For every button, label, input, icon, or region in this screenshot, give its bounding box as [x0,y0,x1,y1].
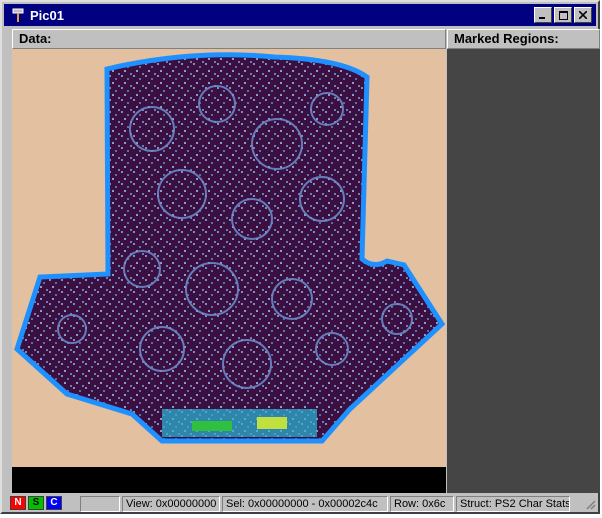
n-mode-icon[interactable]: N [10,496,26,510]
mode-icons: N S C [4,496,78,512]
status-struct: Struct: PS2 Char Stats [456,496,570,512]
resize-grip-icon[interactable] [584,498,596,510]
maximize-button[interactable] [554,7,572,23]
marked-regions-panel[interactable] [447,49,600,493]
status-view: View: 0x00000000 [122,496,220,512]
close-icon [579,11,587,19]
status-spacer [80,496,120,512]
c-mode-icon[interactable]: C [46,496,62,510]
hammer-icon [10,7,26,23]
data-view-footer [12,467,446,493]
status-row: Row: 0x6c [390,496,454,512]
minimize-button[interactable] [534,7,552,23]
marked-regions-header: Marked Regions: [447,29,600,49]
bitmap-image [14,52,446,444]
s-mode-icon[interactable]: S [28,496,44,510]
close-button[interactable] [574,7,592,23]
title-bar[interactable]: Pic01 [4,4,596,26]
window-title: Pic01 [30,7,64,23]
maximize-icon [558,10,568,20]
data-pane-header: Data: [12,29,446,49]
minimize-icon [539,17,545,19]
data-bitmap-view[interactable] [12,49,446,467]
pic-window: Pic01 Data: Marked Regions: N S C View: … [0,0,600,514]
status-selection: Sel: 0x00000000 - 0x00002c4c [222,496,388,512]
status-bar: N S C View: 0x00000000 Sel: 0x00000000 -… [4,495,596,513]
